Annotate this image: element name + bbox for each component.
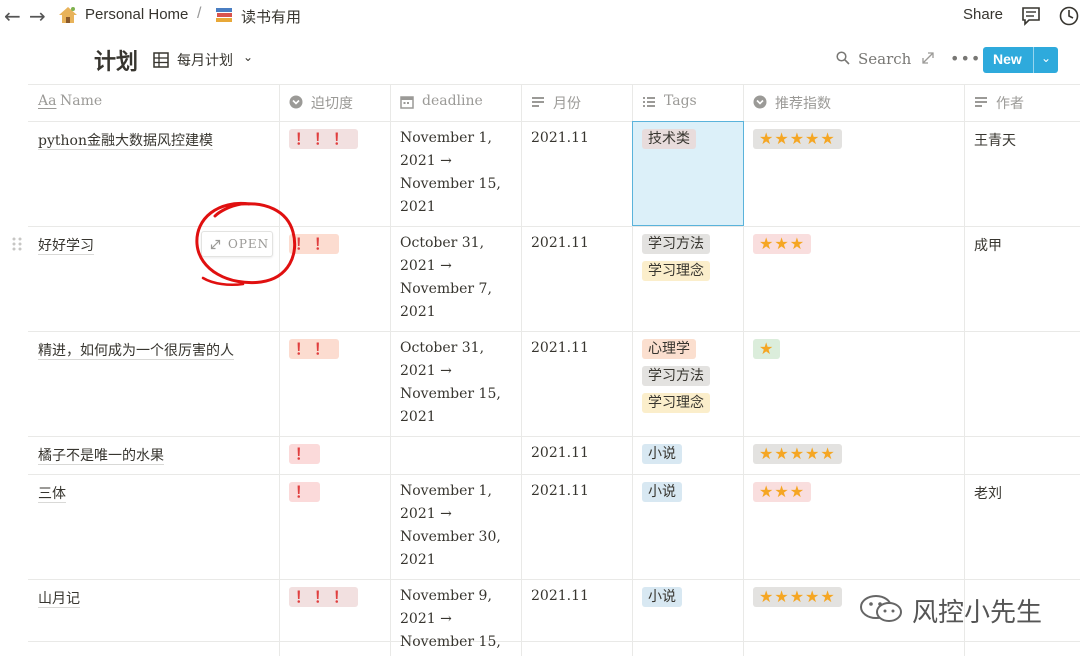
top-bar: ← → Personal Home / 读书有用 Share — [0, 0, 1080, 32]
rating-stars: ★★★ — [753, 482, 812, 502]
search-icon[interactable] — [836, 51, 850, 65]
column-header-label: 迫切度 — [311, 96, 353, 112]
text-lines-icon — [975, 97, 987, 107]
select-icon — [289, 95, 303, 109]
rating-stars: ★★★★★ — [753, 129, 842, 149]
more-options-icon[interactable]: ••• — [950, 49, 981, 68]
month-cell[interactable]: 2021.11 — [531, 130, 589, 146]
month-cell[interactable]: 2021.11 — [531, 340, 589, 356]
deadline-line: November 30, — [400, 529, 501, 545]
deadline-line: November 1, — [400, 130, 492, 146]
month-cell[interactable]: 2021.11 — [531, 483, 589, 499]
share-button[interactable]: Share — [963, 6, 1003, 23]
breadcrumb-page[interactable]: 读书有用 — [241, 6, 301, 27]
deadline-line: November 15, — [400, 386, 501, 402]
aa-text-icon: Aa — [38, 93, 57, 109]
tag-badge: 小说 — [642, 444, 682, 464]
month-cell[interactable]: 2021.11 — [531, 445, 589, 461]
deadline-line: 2021 — [400, 552, 436, 568]
database-title[interactable]: 计划 — [94, 44, 138, 76]
drag-handle-icon[interactable] — [11, 236, 23, 252]
urgency-badge: ！！！ — [289, 587, 359, 607]
breadcrumb-personal-home[interactable]: Personal Home — [85, 6, 188, 23]
column-header-label: deadline — [422, 93, 483, 109]
new-button-label: New — [993, 51, 1022, 67]
list-icon — [643, 97, 655, 107]
deadline-line: November 7, — [400, 281, 492, 297]
month-cell[interactable]: 2021.11 — [531, 588, 589, 604]
clock-icon[interactable] — [1058, 5, 1080, 27]
column-header-label: Tags — [664, 93, 697, 109]
rating-stars: ★★★ — [753, 234, 812, 254]
deadline-line: October 31, — [400, 235, 485, 251]
deadline-line: 2021 → — [400, 506, 452, 522]
deadline-line: 2021 → — [400, 153, 452, 169]
rating-stars: ★★★★★ — [753, 444, 842, 464]
tag-badge: 学习方法 — [642, 234, 710, 254]
table-view-icon — [153, 52, 169, 68]
tag-badge: 学习方法 — [642, 366, 710, 386]
calendar-icon — [400, 96, 414, 109]
books-icon — [216, 8, 232, 22]
back-arrow-icon[interactable]: ← — [4, 4, 21, 28]
wechat-icon — [860, 595, 902, 622]
expand-icon[interactable] — [921, 51, 935, 65]
deadline-line: 2021 — [400, 409, 436, 425]
urgency-badge: ！ — [289, 482, 321, 502]
row-name[interactable]: 橘子不是唯一的水果 — [38, 445, 164, 465]
search-button[interactable]: Search — [858, 50, 911, 68]
month-cell[interactable]: 2021.11 — [531, 235, 589, 251]
column-header-label: Name — [60, 93, 103, 109]
rating-stars: ★★★★★ — [753, 587, 842, 607]
tag-badge: 小说 — [642, 587, 682, 607]
row-name[interactable]: 好好学习 — [38, 235, 94, 255]
rating-stars: ★ — [753, 339, 781, 359]
urgency-badge: ！！！ — [289, 129, 359, 149]
row-name[interactable]: 三体 — [38, 483, 66, 503]
author-cell[interactable]: 成甲 — [974, 235, 1002, 255]
tag-badge: 心理学 — [642, 339, 696, 359]
watermark-text: 风控小先生 — [912, 598, 1043, 628]
deadline-line: 2021 → — [400, 611, 452, 627]
urgency-badge: ！ — [289, 444, 321, 464]
row-name[interactable]: 精进，如何成为一个很厉害的人 — [38, 340, 234, 360]
select-icon — [753, 95, 767, 109]
deadline-line: 2021 → — [400, 258, 452, 274]
deadline-line: 2021 — [400, 304, 436, 320]
author-cell[interactable]: 老刘 — [974, 483, 1002, 503]
tag-badge: 小说 — [642, 482, 682, 502]
deadline-line: November 1, — [400, 483, 492, 499]
deadline-line: November 15, — [400, 176, 501, 192]
view-selector[interactable]: 每月计划 — [177, 50, 233, 70]
comment-icon[interactable] — [1020, 5, 1042, 27]
chevron-down-icon[interactable]: ⌄ — [1041, 51, 1051, 65]
tag-badge: 学习理念 — [642, 393, 710, 413]
new-button-divider — [1033, 47, 1034, 73]
deadline-line: November 9, — [400, 588, 492, 604]
annotation-circle — [195, 201, 297, 286]
forward-arrow-icon[interactable]: → — [29, 4, 46, 28]
breadcrumb-separator: / — [197, 5, 202, 22]
house-icon — [59, 7, 77, 23]
tag-badge: 技术类 — [642, 129, 696, 149]
text-lines-icon — [532, 97, 544, 107]
urgency-badge: ！！ — [289, 339, 340, 359]
deadline-line: 2021 → — [400, 363, 452, 379]
row-name[interactable]: python金融大数据风控建模 — [38, 130, 213, 150]
column-header-label: 作者 — [996, 96, 1024, 112]
deadline-line: October 31, — [400, 340, 485, 356]
deadline-line: 2021 — [400, 199, 436, 215]
deadline-line: November 15, — [400, 634, 501, 650]
chevron-down-icon[interactable]: ⌄ — [243, 50, 253, 64]
column-header-label: 推荐指数 — [775, 96, 831, 112]
new-button[interactable]: New ⌄ — [983, 47, 1058, 73]
author-cell[interactable]: 王青天 — [974, 130, 1016, 150]
tag-badge: 学习理念 — [642, 261, 710, 281]
row-name[interactable]: 山月记 — [38, 588, 80, 608]
column-header-label: 月份 — [553, 96, 581, 112]
